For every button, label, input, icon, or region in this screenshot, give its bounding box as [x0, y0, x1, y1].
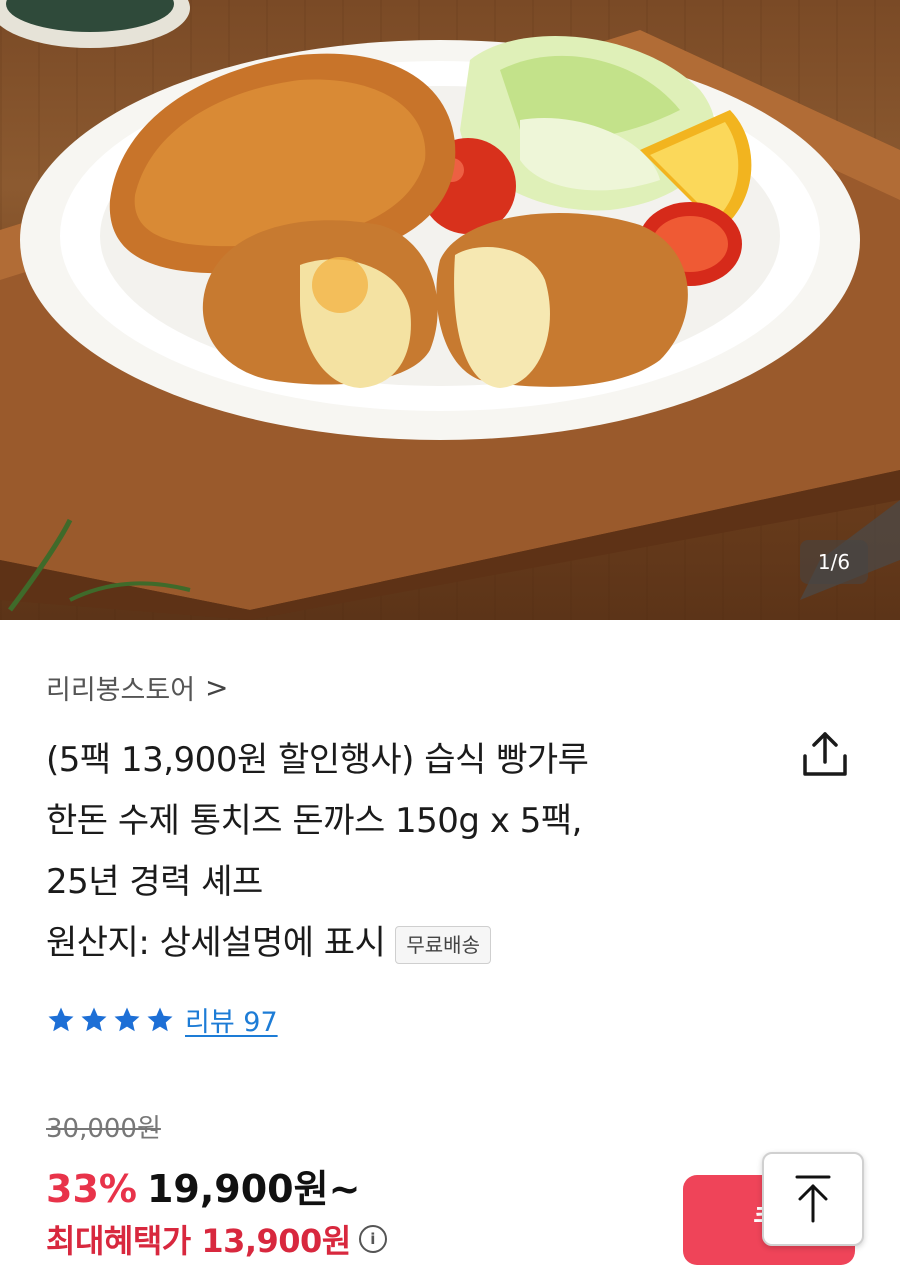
product-image[interactable]: 1/6	[0, 0, 900, 620]
share-icon	[803, 732, 847, 776]
chevron-right-icon: >	[205, 671, 229, 704]
star-icon	[114, 1007, 140, 1031]
discount-rate: 33%	[46, 1167, 137, 1211]
star-icon	[147, 1007, 173, 1031]
rating-row: 리뷰 97	[46, 1000, 278, 1039]
review-count-link[interactable]: 리뷰 97	[185, 1000, 278, 1039]
star-rating	[46, 1005, 175, 1035]
arrow-up-icon	[795, 1175, 831, 1223]
image-counter: 1/6	[800, 540, 868, 584]
sale-price: 19,900원~	[146, 1167, 361, 1211]
product-photo-illustration	[0, 0, 900, 620]
scroll-to-top-button[interactable]	[762, 1152, 864, 1246]
max-benefit-price: 최대혜택가 13,900원 i	[46, 1216, 387, 1262]
title-line: (5팩 13,900원 할인행사) 습식 빵가루	[46, 740, 589, 780]
origin-text: 원산지: 상세설명에 표시	[46, 923, 386, 963]
info-icon[interactable]: i	[358, 1225, 387, 1253]
price-row: 33% 19,900원~	[46, 1158, 360, 1213]
origin-line: 원산지: 상세설명에 표시 무료배송	[46, 913, 686, 974]
max-benefit-label: 최대혜택가 13,900원	[46, 1222, 351, 1260]
store-link[interactable]: 리리봉스토어 >	[46, 668, 229, 707]
title-line: 25년 경력 셰프	[46, 862, 263, 902]
product-title: (5팩 13,900원 할인행사) 습식 빵가루 한돈 수제 통치즈 돈까스 1…	[46, 730, 686, 974]
share-button[interactable]	[796, 728, 854, 782]
star-icon	[81, 1007, 107, 1031]
title-line: 한돈 수제 통치즈 돈까스 150g x 5팩,	[46, 801, 582, 841]
free-shipping-badge: 무료배송	[395, 925, 491, 964]
star-icon	[48, 1007, 74, 1031]
store-name: 리리봉스토어	[46, 675, 196, 706]
original-price: 30,000원	[46, 1114, 161, 1144]
